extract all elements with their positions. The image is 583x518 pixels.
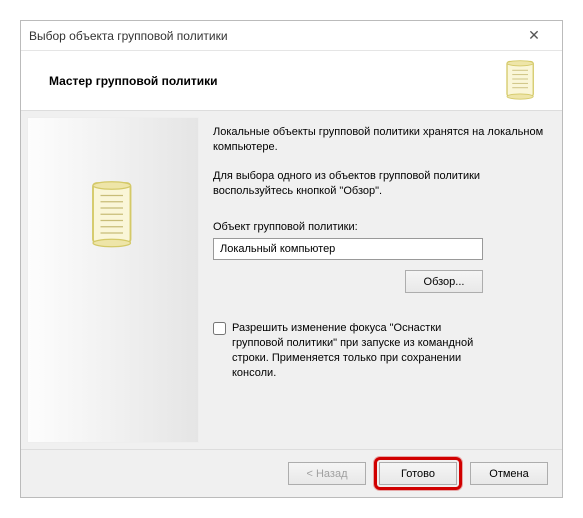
titlebar: Выбор объекта групповой политики ✕	[21, 21, 562, 51]
cancel-button[interactable]: Отмена	[470, 462, 548, 485]
wizard-content: Локальные объекты групповой политики хра…	[21, 111, 562, 449]
intro-text-2: Для выбора одного из объектов групповой …	[213, 169, 544, 199]
finish-highlight: Готово	[374, 457, 462, 490]
gpo-object-field[interactable]	[213, 238, 483, 260]
window-title: Выбор объекта групповой политики	[29, 29, 514, 43]
wizard-footer: < Назад Готово Отмена	[21, 449, 562, 497]
finish-button[interactable]: Готово	[379, 462, 457, 485]
right-panel: Локальные объекты групповой политики хра…	[209, 117, 556, 443]
intro-text-1: Локальные объекты групповой политики хра…	[213, 125, 544, 155]
wizard-title: Мастер групповой политики	[41, 74, 500, 88]
dialog-window: Выбор объекта групповой политики ✕ Масте…	[20, 20, 563, 498]
back-button: < Назад	[288, 462, 366, 485]
scroll-icon	[500, 58, 542, 103]
left-panel	[27, 117, 199, 443]
browse-button[interactable]: Обзор...	[405, 270, 483, 293]
allow-focus-label: Разрешить изменение фокуса "Оснастки гру…	[232, 321, 493, 380]
scroll-icon	[83, 178, 143, 251]
gpo-field-label: Объект групповой политики:	[213, 220, 544, 235]
allow-focus-checkbox[interactable]	[213, 322, 226, 335]
wizard-header: Мастер групповой политики	[21, 51, 562, 111]
close-icon[interactable]: ✕	[514, 27, 554, 44]
